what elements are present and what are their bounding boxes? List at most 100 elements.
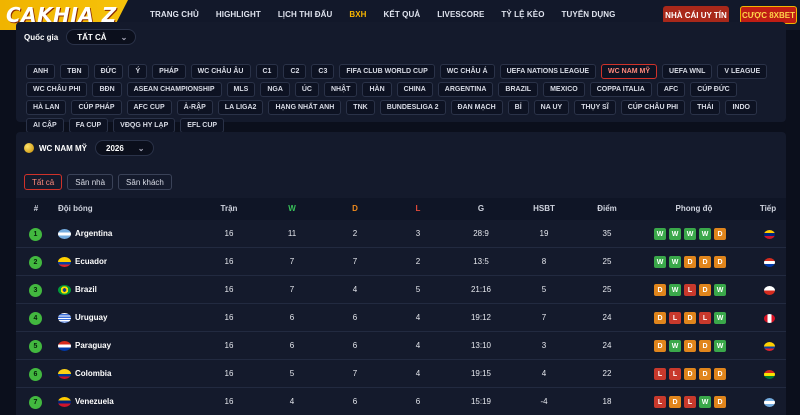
league-chip[interactable]: UEFA WNL <box>662 64 713 79</box>
league-chip[interactable]: WC CHÂU PHI <box>26 82 88 97</box>
league-chip[interactable]: AFC <box>656 82 686 97</box>
league-chip[interactable]: C1 <box>255 64 279 79</box>
league-chip[interactable]: HÀN <box>362 82 392 97</box>
league-chip[interactable]: EFL CUP <box>180 118 225 133</box>
team-name[interactable]: Colombia <box>75 369 111 378</box>
league-chip[interactable]: VĐQG HY LẠP <box>113 118 176 133</box>
season-select[interactable]: 2026 ⌄ <box>95 140 154 156</box>
cell-gd: 5 <box>541 285 547 294</box>
next-opponent-flag-icon[interactable] <box>764 258 775 267</box>
league-chip[interactable]: HÀ LAN <box>26 100 67 115</box>
cell-played: 16 <box>224 397 234 406</box>
cell-played: 16 <box>224 229 234 238</box>
league-chip[interactable]: ĐAN MẠCH <box>450 100 503 115</box>
league-chip[interactable]: TBN <box>60 64 89 79</box>
form-result: D <box>699 284 711 296</box>
league-chip[interactable]: AI CẬP <box>26 118 64 133</box>
league-chip[interactable]: PHÁP <box>152 64 186 79</box>
country-select[interactable]: TẤT CẢ ⌄ <box>66 29 137 45</box>
league-chip[interactable]: LA LIGA2 <box>217 100 264 115</box>
league-chip[interactable]: MLS <box>226 82 256 97</box>
league-chip[interactable]: FIFA CLUB WORLD CUP <box>339 64 435 79</box>
league-chip[interactable]: INDO <box>725 100 757 115</box>
league-chip[interactable]: ASEAN CHAMPIONSHIP <box>126 82 222 97</box>
form-result: L <box>654 396 666 408</box>
next-opponent-flag-icon[interactable] <box>764 370 775 379</box>
league-chip[interactable]: C3 <box>311 64 335 79</box>
cell-played: 16 <box>224 369 234 378</box>
form-result: W <box>714 284 726 296</box>
cell-played: 16 <box>224 341 234 350</box>
table-row[interactable]: 6 Colombia 16 5 7 4 19:15 4 22 L L D D D <box>16 360 786 388</box>
cell-d: 6 <box>352 313 358 322</box>
league-chip[interactable]: C2 <box>283 64 307 79</box>
team-name[interactable]: Ecuador <box>75 257 107 266</box>
league-chip[interactable]: ARGENTINA <box>437 82 494 97</box>
league-chip[interactable]: V LEAGUE <box>717 64 768 79</box>
league-chip[interactable]: TNK <box>346 100 375 115</box>
team-name[interactable]: Venezuela <box>75 397 114 406</box>
table-row[interactable]: 4 Uruguay 16 6 6 4 19:12 7 24 D L D L W <box>16 304 786 332</box>
table-row[interactable]: 7 Venezuela 16 4 6 6 15:19 -4 18 L D L W D <box>16 388 786 415</box>
table-row[interactable]: 1 Argentina 16 11 2 3 28:9 19 35 W W W W D <box>16 220 786 248</box>
league-chip[interactable]: WC NAM MỸ <box>601 64 658 79</box>
form-strip: LLDDD <box>654 368 726 380</box>
next-opponent-flag-icon[interactable] <box>764 230 775 239</box>
cell-l: 4 <box>415 369 421 378</box>
league-chip[interactable]: Ả-RẬP <box>176 100 213 115</box>
tab-san-nha[interactable]: Sân nhà <box>67 174 114 190</box>
cell-gd: 8 <box>541 257 547 266</box>
cell-l: 2 <box>415 257 421 266</box>
league-chip[interactable]: BĐN <box>92 82 122 97</box>
league-chip[interactable]: ÚC <box>294 82 319 97</box>
league-chip[interactable]: BRAZIL <box>498 82 539 97</box>
team-name[interactable]: Brazil <box>75 285 97 294</box>
tab-san-khach[interactable]: Sân khách <box>118 174 172 190</box>
league-chip[interactable]: NGA <box>260 82 290 97</box>
rank-badge: 6 <box>29 368 42 381</box>
form-result: W <box>669 284 681 296</box>
team-name[interactable]: Uruguay <box>75 313 107 322</box>
league-chip[interactable]: COPPA ITALIA <box>589 82 652 97</box>
table-row[interactable]: 3 Brazil 16 7 4 5 21:16 5 25 D W L D W <box>16 276 786 304</box>
table-row[interactable]: 2 Ecuador 16 7 7 2 13:5 8 25 W W D D D <box>16 248 786 276</box>
form-result: D <box>654 312 666 324</box>
league-chip[interactable]: CÚP ĐỨC <box>690 82 737 97</box>
league-chip[interactable]: NA UY <box>533 100 570 115</box>
form-result: D <box>699 368 711 380</box>
league-chip[interactable]: Ý <box>128 64 148 79</box>
cell-g: 13:10 <box>470 341 492 350</box>
league-chip[interactable]: THÁI <box>690 100 721 115</box>
col-points: Điểm <box>597 204 617 213</box>
table-row[interactable]: 5 Paraguay 16 6 6 4 13:10 3 24 D W D D W <box>16 332 786 360</box>
trophy-ball-icon <box>24 143 34 153</box>
form-result: D <box>684 312 696 324</box>
next-opponent-flag-icon[interactable] <box>764 314 775 323</box>
league-chip[interactable]: CÚP PHÁP <box>71 100 122 115</box>
league-chip[interactable]: ĐỨC <box>93 64 124 79</box>
league-chip[interactable]: CÚP CHÂU PHI <box>620 100 686 115</box>
team-name[interactable]: Paraguay <box>75 341 111 350</box>
league-chip[interactable]: MEXICO <box>543 82 585 97</box>
cell-gd: 7 <box>541 313 547 322</box>
league-chip[interactable]: WC CHÂU Á <box>439 64 495 79</box>
table-header: # Đội bóng Trận W D L G HSBT Điểm Phong … <box>16 198 786 220</box>
cell-w: 7 <box>289 257 295 266</box>
league-chip[interactable]: CHINA <box>396 82 433 97</box>
cell-d: 2 <box>352 229 358 238</box>
league-chip[interactable]: BỈ <box>507 100 529 115</box>
league-chip[interactable]: AFC CUP <box>126 100 172 115</box>
league-chip[interactable]: ANH <box>26 64 56 79</box>
tab-tat-ca[interactable]: Tất cả <box>24 174 63 190</box>
next-opponent-flag-icon[interactable] <box>764 342 775 351</box>
league-chip[interactable]: UEFA NATIONS LEAGUE <box>499 64 597 79</box>
league-chip[interactable]: THỤY SĨ <box>574 100 616 115</box>
league-chip[interactable]: WC CHÂU ÂU <box>190 64 251 79</box>
league-chip[interactable]: NHẬT <box>324 82 358 97</box>
league-chip[interactable]: FA CUP <box>68 118 109 133</box>
next-opponent-flag-icon[interactable] <box>764 286 775 295</box>
next-opponent-flag-icon[interactable] <box>764 398 775 407</box>
team-name[interactable]: Argentina <box>75 229 112 238</box>
league-chip[interactable]: HẠNG NHẤT ANH <box>268 100 342 115</box>
league-chip[interactable]: BUNDESLIGA 2 <box>379 100 446 115</box>
